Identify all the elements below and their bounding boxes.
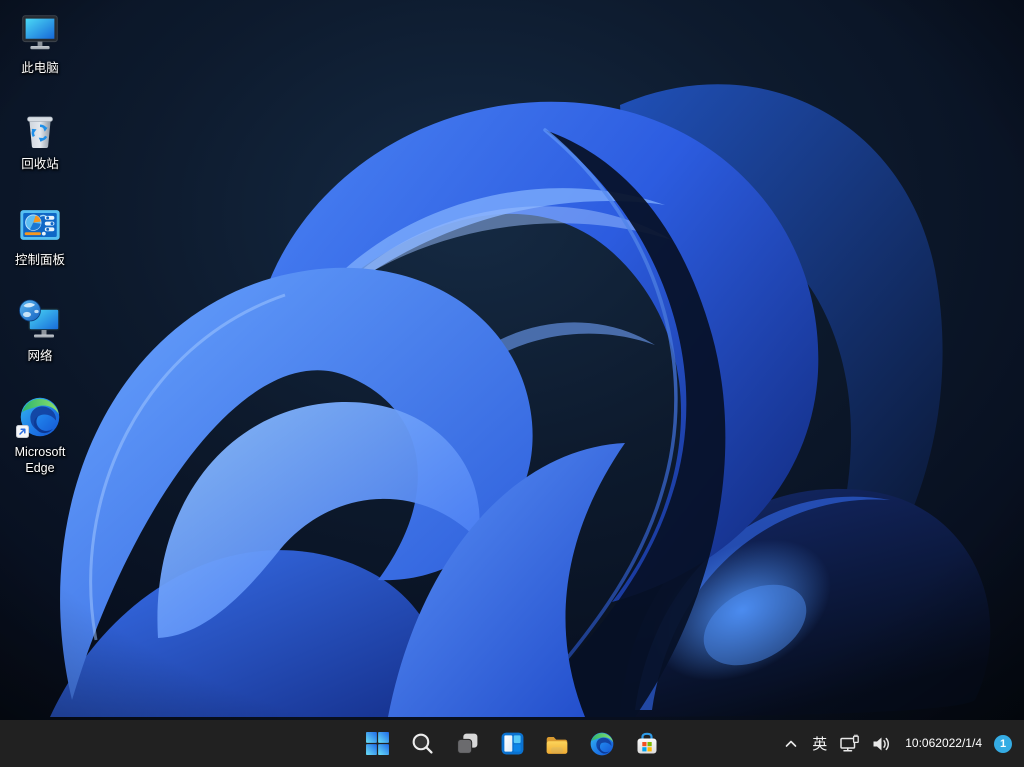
desktop-icon-microsoft-edge[interactable]: Microsoft Edge bbox=[2, 392, 78, 480]
desktop-icon-label: 控制面板 bbox=[14, 253, 65, 267]
ime-indicator[interactable]: 英 bbox=[805, 724, 834, 764]
desktop: 此电脑 回收站 控制面板 网络 Microsoft Edge 英 10:06 2… bbox=[0, 0, 1024, 767]
desktop-icon-label: 网络 bbox=[27, 349, 53, 363]
windows-start-icon bbox=[365, 732, 389, 755]
desktop-icon-control-panel[interactable]: 控制面板 bbox=[2, 200, 78, 288]
edge-browser-icon bbox=[16, 392, 62, 443]
shortcut-arrow-badge bbox=[16, 425, 29, 443]
search-icon bbox=[412, 733, 433, 754]
desktop-icon-network[interactable]: 网络 bbox=[2, 296, 78, 384]
edge-button[interactable] bbox=[582, 724, 622, 764]
desktop-icon-label: Microsoft Edge bbox=[14, 445, 66, 475]
start-button[interactable] bbox=[357, 724, 397, 764]
clock-time: 10:06 bbox=[905, 735, 936, 750]
edge-browser-icon bbox=[590, 732, 614, 755]
volume-tray-button[interactable] bbox=[866, 724, 897, 764]
wallpaper-bloom bbox=[0, 0, 1024, 767]
desktop-icon-recycle-bin[interactable]: 回收站 bbox=[2, 104, 78, 192]
file-explorer-button[interactable] bbox=[537, 724, 577, 764]
notification-count-badge[interactable]: 1 bbox=[994, 734, 1012, 753]
clock[interactable]: 10:06 2022/1/4 bbox=[897, 724, 988, 764]
desktop-icon-this-pc[interactable]: 此电脑 bbox=[2, 8, 78, 96]
store-button[interactable] bbox=[627, 724, 667, 764]
speaker-icon bbox=[873, 737, 890, 750]
monitor-icon bbox=[17, 8, 63, 58]
desktop-icon-label: 回收站 bbox=[21, 157, 59, 171]
network-globe-monitor-icon bbox=[16, 296, 64, 346]
wired-network-icon bbox=[840, 734, 860, 752]
task-view-icon bbox=[456, 733, 477, 754]
show-hidden-icons-button[interactable] bbox=[777, 724, 805, 764]
clock-date: 2022/1/4 bbox=[935, 735, 982, 750]
control-panel-icon bbox=[17, 200, 63, 250]
recycle-bin-icon bbox=[17, 104, 63, 154]
desktop-icon-label: 此电脑 bbox=[21, 61, 59, 75]
widgets-button[interactable] bbox=[492, 724, 532, 764]
network-tray-button[interactable] bbox=[834, 724, 866, 764]
taskbar: 英 10:06 2022/1/4 1 bbox=[0, 720, 1024, 767]
widgets-icon bbox=[501, 732, 523, 755]
search-button[interactable] bbox=[402, 724, 442, 764]
taskbar-tray: 英 10:06 2022/1/4 1 bbox=[777, 720, 1024, 767]
microsoft-store-icon bbox=[637, 732, 657, 753]
chevron-up-icon bbox=[785, 740, 797, 747]
taskbar-center-buttons bbox=[357, 720, 667, 767]
folder-icon bbox=[546, 736, 568, 754]
task-view-button[interactable] bbox=[447, 724, 487, 764]
desktop-icon-list: 此电脑 回收站 控制面板 网络 Microsoft Edge bbox=[2, 8, 78, 488]
